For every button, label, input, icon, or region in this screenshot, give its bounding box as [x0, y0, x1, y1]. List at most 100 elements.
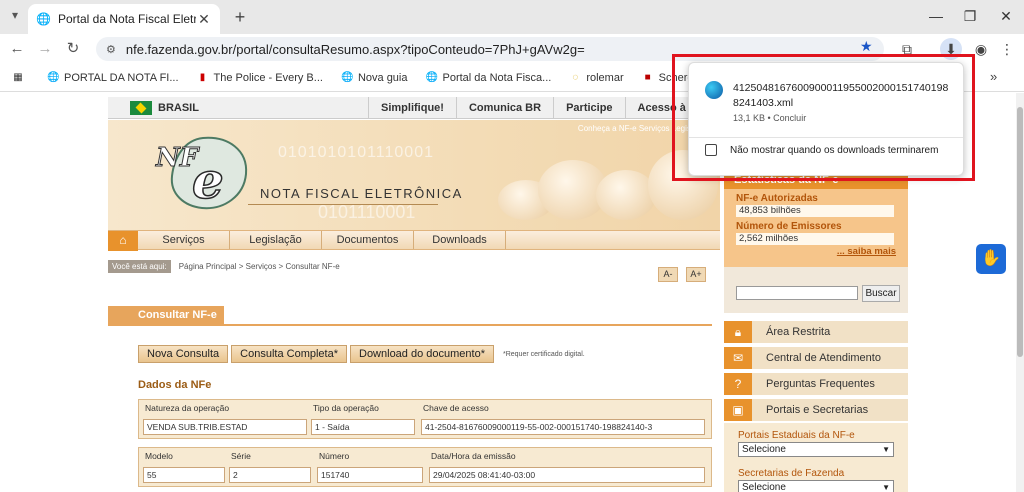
bookmark-item[interactable]: 🌐 PORTAL DA NOTA FI... — [47, 72, 179, 84]
globe-icon: 🌐 — [425, 71, 438, 83]
globe-icon: 🌐 — [47, 71, 60, 83]
bookmark-item[interactable]: ◌ rolemar — [569, 72, 623, 84]
svg-text:e: e — [192, 151, 224, 210]
menu-downloads[interactable]: Downloads — [414, 231, 506, 249]
apps-grid-icon: ▦ — [13, 71, 23, 83]
side-link-label: Central de Atendimento — [766, 352, 881, 364]
url-text: nfe.fazenda.gov.br/portal/consultaResumo… — [125, 41, 585, 57]
stat-label: NF-e Autorizadas — [736, 193, 818, 204]
font-decrease-button[interactable]: A- — [658, 267, 678, 282]
stat-value: 48,853 bilhões — [736, 205, 894, 217]
menu-icon[interactable]: ⋮ — [996, 38, 1018, 60]
section-divider — [108, 324, 712, 326]
bookmark-item[interactable]: 🌐 Portal da Nota Fisca... — [426, 72, 552, 84]
gov-link[interactable]: Comunica BR — [455, 97, 553, 119]
field-label: Modelo — [145, 451, 173, 461]
tab-title: Portal da Nota Fiscal Eletrônica — [58, 12, 196, 26]
back-button[interactable]: ← — [6, 38, 28, 60]
banner-bits: 0101110001 — [318, 202, 416, 222]
serie-value: 2 — [229, 467, 311, 483]
accessibility-hand-icon[interactable]: ✋ — [976, 244, 1006, 274]
search-panel: Buscar — [724, 267, 908, 313]
gov-link[interactable]: Participe — [553, 97, 624, 119]
field-label: Natureza da operação — [145, 403, 230, 413]
minimize-button[interactable]: — — [920, 4, 952, 28]
lock-icon: 🔒︎ — [724, 321, 752, 343]
forward-button[interactable]: → — [34, 38, 56, 60]
saiba-mais-link[interactable]: ... saiba mais — [837, 246, 896, 257]
side-link-area-restrita[interactable]: 🔒︎ Área Restrita — [724, 321, 908, 343]
globe-icon: 🌐 — [36, 12, 51, 26]
bookmark-item[interactable]: ▮ The Police - Every B... — [197, 72, 323, 84]
modelo-value: 55 — [143, 467, 225, 483]
side-links: 🔒︎ Área Restrita ✉ Central de Atendimento … — [724, 321, 908, 425]
select-value: Selecione — [742, 482, 786, 492]
question-icon: ? — [724, 373, 752, 395]
chave-acesso-value: 41-2504-81676009000119-55-002-000151740-… — [421, 419, 705, 435]
secretarias-label: Secretarias de Fazenda — [738, 468, 845, 479]
field-label: Tipo da operação — [313, 403, 379, 413]
field-label: Chave de acesso — [423, 403, 489, 413]
highlight-box — [672, 54, 975, 181]
new-tab-button[interactable]: + — [228, 6, 252, 30]
breadcrumb-path[interactable]: Página Principal > Serviços > Consultar … — [179, 262, 340, 271]
close-window-button[interactable]: ✕ — [990, 4, 1022, 28]
close-tab-icon[interactable]: ✕ — [196, 11, 212, 28]
tab-search-icon[interactable]: ▾ — [6, 8, 24, 26]
banner-bits: 0101010101110001 — [278, 144, 434, 161]
rolemar-icon: ◌ — [572, 71, 579, 83]
nfe-logo-icon[interactable]: NF e — [148, 132, 258, 214]
side-link-central-atendimento[interactable]: ✉ Central de Atendimento — [724, 347, 908, 369]
bookmark-label: The Police - Every B... — [213, 71, 323, 84]
home-icon[interactable]: ⌂ — [108, 231, 138, 251]
search-input[interactable] — [736, 286, 858, 300]
menu-servicos[interactable]: Serviços — [138, 231, 230, 249]
font-increase-button[interactable]: A+ — [686, 267, 706, 282]
site-info-icon[interactable]: ⚙ — [106, 43, 116, 56]
gov-link[interactable]: Simplifique! — [368, 97, 456, 119]
numero-value: 151740 — [317, 467, 423, 483]
menu-documentos[interactable]: Documentos — [322, 231, 414, 249]
bookmark-label: rolemar — [586, 71, 624, 84]
bookmark-star-icon[interactable]: ★ — [860, 38, 873, 55]
more-bookmarks-icon[interactable]: » — [990, 69, 997, 84]
restore-button[interactable]: ❐ — [954, 4, 986, 28]
side-link-portais[interactable]: ▣ Portais e Secretarias — [724, 399, 908, 421]
buscar-button[interactable]: Buscar — [862, 285, 900, 302]
side-link-label: Portais e Secretarias — [766, 404, 869, 416]
nova-consulta-button[interactable]: Nova Consulta — [138, 345, 229, 363]
field-label: Data/Hora da emissão — [431, 451, 516, 461]
side-link-label: Área Restrita — [766, 326, 831, 338]
banner-title: NOTA FISCAL ELETRÔNICA — [260, 186, 463, 201]
side-link-perguntas[interactable]: ? Perguntas Frequentes — [724, 373, 908, 395]
brazil-flag-icon — [130, 100, 152, 115]
tab-portal-nfe[interactable]: 🌐 Portal da Nota Fiscal Eletrônica ✕ — [28, 4, 220, 34]
data-emissao-value: 29/04/2025 08:41:40-03:00 — [429, 467, 705, 483]
select-value: Selecione — [742, 444, 786, 455]
apps-icon[interactable]: ▦ — [12, 72, 29, 84]
stat-value: 2,562 milhões — [736, 233, 894, 245]
dados-row-2: Modelo Série Número Data/Hora da emissão… — [138, 447, 712, 487]
download-documento-button[interactable]: Download do documento* — [350, 345, 494, 363]
scrollbar-thumb[interactable] — [1017, 107, 1023, 357]
bookmark-label: Portal da Nota Fisca... — [442, 71, 552, 84]
natureza-value: VENDA SUB.TRIB.ESTAD — [143, 419, 307, 435]
secretarias-select[interactable]: Selecione ▼ — [738, 480, 894, 492]
tipo-value: 1 - Saída — [311, 419, 415, 435]
music-icon: ▮ — [199, 71, 206, 83]
dados-title: Dados da NFe — [138, 379, 212, 391]
globe-icon: 🌐 — [340, 71, 354, 83]
reload-button[interactable]: ↻ — [62, 38, 84, 60]
breadcrumb: Você está aqui: Página Principal > Servi… — [108, 260, 340, 273]
bookmark-item[interactable]: 🌐 Nova guia — [341, 72, 408, 84]
field-label: Número — [319, 451, 350, 461]
portais-select[interactable]: Selecione ▼ — [738, 442, 894, 457]
menu-legislacao[interactable]: Legislação — [230, 231, 322, 249]
stat-label: Número de Emissores — [736, 221, 842, 232]
certificate-note: *Requer certificado digital. — [502, 350, 585, 358]
side-link-label: Perguntas Frequentes — [766, 378, 875, 390]
chevron-down-icon: ▼ — [882, 445, 890, 454]
page-scrollbar[interactable] — [1016, 93, 1024, 492]
consulta-completa-button[interactable]: Consulta Completa* — [231, 345, 347, 363]
banner-divider — [248, 204, 438, 205]
